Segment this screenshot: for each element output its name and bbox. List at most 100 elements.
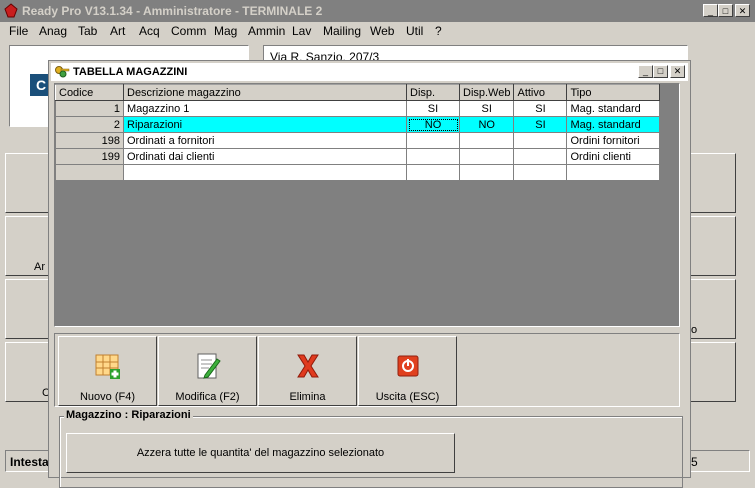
cell-codice-empty[interactable] <box>55 164 124 181</box>
cell-disp[interactable]: SI <box>406 100 460 117</box>
cell-descrizione[interactable]: Ordinati dai clienti <box>123 148 407 165</box>
app-title: Ready Pro V13.1.34 - Amministratore - TE… <box>22 4 323 18</box>
nuovo-button[interactable]: Nuovo (F4) <box>58 336 157 406</box>
nuovo-label: Nuovo (F4) <box>79 391 136 403</box>
cell-tipo-empty[interactable] <box>566 164 661 181</box>
elimina-label: Elimina <box>289 391 326 403</box>
dialog-title: TABELLA MAGAZZINI <box>73 66 188 78</box>
bg-button-right-2[interactable] <box>688 216 736 276</box>
menu-web[interactable]: Web <box>370 24 394 38</box>
table-header-row: Codice Descrizione magazzino Disp. Disp.… <box>55 84 661 101</box>
cell-descrizione[interactable]: Riparazioni <box>123 116 407 133</box>
elimina-button[interactable]: Elimina <box>258 336 357 406</box>
cell-disp-web[interactable]: SI <box>458 100 515 117</box>
bg-button-right-4[interactable] <box>688 342 736 402</box>
maximize-button[interactable]: □ <box>718 4 733 17</box>
cell-disp-web[interactable]: NO <box>458 116 515 133</box>
delete-x-icon <box>297 354 319 378</box>
power-exit-icon <box>397 355 419 377</box>
menu-util[interactable]: Util <box>406 24 423 38</box>
cell-disp-web[interactable] <box>458 132 515 149</box>
action-toolbar: Nuovo (F4) Modifica (F2) Elimina Uscita … <box>54 333 680 407</box>
cell-descrizione[interactable]: Ordinati a fornitori <box>123 132 407 149</box>
bg-button-3[interactable] <box>5 279 53 339</box>
cell-codice[interactable]: 199 <box>55 148 124 165</box>
menu-acq[interactable]: Acq <box>139 24 160 38</box>
minimize-button[interactable]: _ <box>703 4 718 17</box>
dialog-minimize-button[interactable]: _ <box>638 65 653 78</box>
cell-tipo[interactable]: Ordini fornitori <box>566 132 661 149</box>
dialog-close-button[interactable]: ✕ <box>670 65 685 78</box>
close-button[interactable]: ✕ <box>735 4 750 17</box>
magazzini-table: Codice Descrizione magazzino Disp. Disp.… <box>55 84 661 181</box>
menu-bar: File Anag Tab Art Acq Comm Mag Ammin Lav… <box>0 22 755 40</box>
cell-codice[interactable]: 2 <box>55 116 124 133</box>
modifica-label: Modifica (F2) <box>175 391 240 403</box>
menu-art[interactable]: Art <box>110 24 125 38</box>
cell-descrizione-empty[interactable] <box>123 164 407 181</box>
cell-disp[interactable] <box>406 132 460 149</box>
cell-tipo[interactable]: Ordini clienti <box>566 148 661 165</box>
bg-button-4[interactable]: C <box>5 342 53 402</box>
cell-codice[interactable]: 1 <box>55 100 124 117</box>
status-right-text: 5 <box>691 455 698 469</box>
status-left-text: Intesta <box>10 455 49 469</box>
group-title: Magazzino : Riparazioni <box>64 409 193 421</box>
keys-icon <box>55 66 70 78</box>
header-disp-web[interactable]: Disp.Web <box>458 84 515 101</box>
table-row-selected[interactable]: 2 Riparazioni NO NO SI Mag. standard <box>55 116 661 133</box>
bg-button-2-label: Ar <box>34 261 45 273</box>
dialog-maximize-button[interactable]: □ <box>653 65 668 78</box>
header-attivo[interactable]: Attivo <box>513 84 568 101</box>
uscita-button[interactable]: Uscita (ESC) <box>358 336 457 406</box>
cell-attivo[interactable]: SI <box>513 100 568 117</box>
table-row[interactable]: 199 Ordinati dai clienti Ordini clienti <box>55 148 661 165</box>
edit-document-icon <box>197 353 221 379</box>
header-tipo[interactable]: Tipo <box>566 84 661 101</box>
cell-disp-web-empty[interactable] <box>458 164 515 181</box>
uscita-label: Uscita (ESC) <box>375 391 440 403</box>
menu-anag[interactable]: Anag <box>39 24 67 38</box>
tabella-magazzini-dialog: TABELLA MAGAZZINI _ □ ✕ Codice Descrizio… <box>48 60 691 488</box>
cell-tipo[interactable]: Mag. standard <box>566 100 661 117</box>
table-row[interactable]: 198 Ordinati a fornitori Ordini fornitor… <box>55 132 661 149</box>
bg-button-right-3[interactable]: o <box>688 279 736 339</box>
cell-attivo[interactable] <box>513 132 568 149</box>
menu-comm[interactable]: Comm <box>171 24 206 38</box>
cell-descrizione[interactable]: Magazzino 1 <box>123 100 407 117</box>
cell-disp-empty[interactable] <box>406 164 460 181</box>
app-icon <box>4 3 18 18</box>
header-disp[interactable]: Disp. <box>406 84 460 101</box>
menu-ammin[interactable]: Ammin <box>248 24 285 38</box>
dialog-titlebar: TABELLA MAGAZZINI _ □ ✕ <box>51 63 688 81</box>
azzera-quantita-button[interactable]: Azzera tutte le quantita' del magazzino … <box>66 433 455 473</box>
menu-mailing[interactable]: Mailing <box>323 24 361 38</box>
menu-mag[interactable]: Mag <box>214 24 237 38</box>
menu-tab[interactable]: Tab <box>78 24 97 38</box>
bg-button-right-1[interactable] <box>688 153 736 213</box>
bg-button-2[interactable]: Ar <box>5 216 53 276</box>
magazzini-grid-area: Codice Descrizione magazzino Disp. Disp.… <box>54 83 680 327</box>
new-grid-icon <box>95 354 120 379</box>
table-row-empty[interactable] <box>55 164 661 181</box>
cell-attivo-empty[interactable] <box>513 164 568 181</box>
cell-tipo[interactable]: Mag. standard <box>566 116 661 133</box>
header-codice[interactable]: Codice <box>55 84 124 101</box>
cell-attivo[interactable] <box>513 148 568 165</box>
bg-button-1[interactable] <box>5 153 53 213</box>
status-left-pane: Intesta <box>5 450 49 472</box>
menu-lav[interactable]: Lav <box>292 24 311 38</box>
cell-attivo[interactable]: SI <box>513 116 568 133</box>
cell-disp[interactable] <box>406 148 460 165</box>
cell-disp-focused[interactable]: NO <box>406 116 460 133</box>
status-right-pane: 5 <box>688 450 750 472</box>
menu-file[interactable]: File <box>9 24 28 38</box>
modifica-button[interactable]: Modifica (F2) <box>158 336 257 406</box>
table-row[interactable]: 1 Magazzino 1 SI SI SI Mag. standard <box>55 100 661 117</box>
bg-button-right-3-label: o <box>691 324 698 336</box>
cell-codice[interactable]: 198 <box>55 132 124 149</box>
header-descrizione[interactable]: Descrizione magazzino <box>123 84 407 101</box>
menu-help[interactable]: ? <box>435 24 442 38</box>
cell-disp-web[interactable] <box>458 148 515 165</box>
app-titlebar: Ready Pro V13.1.34 - Amministratore - TE… <box>0 0 755 22</box>
